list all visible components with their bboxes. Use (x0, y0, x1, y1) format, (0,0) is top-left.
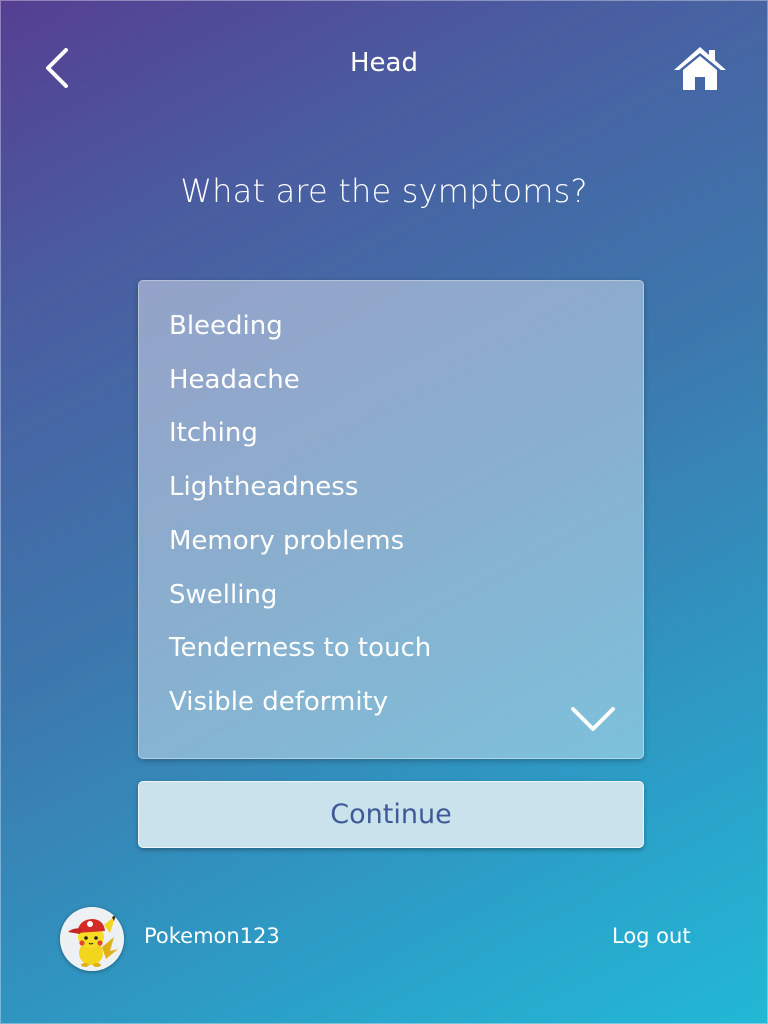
question-heading: What are the symptoms? (180, 172, 588, 210)
symptom-option[interactable]: Memory problems (169, 525, 404, 557)
symptom-option[interactable]: Itching (169, 417, 258, 449)
continue-button[interactable]: Continue (138, 781, 644, 848)
symptom-option[interactable]: Lightheadness (169, 471, 358, 503)
avatar[interactable] (60, 907, 124, 971)
symptom-option[interactable]: Bleeding (169, 310, 283, 342)
username-label: Pokemon123 (144, 924, 280, 948)
symptom-list[interactable]: Bleeding Headache Itching Lightheadness … (138, 280, 644, 759)
home-icon (674, 47, 726, 90)
pikachu-avatar-icon (60, 907, 124, 971)
page-title: Head (350, 48, 418, 78)
symptom-option[interactable]: Tenderness to touch (169, 632, 431, 664)
symptom-option[interactable]: Swelling (169, 579, 277, 611)
home-button[interactable] (672, 44, 728, 94)
logout-link[interactable]: Log out (612, 924, 691, 948)
chevron-down-icon[interactable] (569, 703, 617, 735)
symptom-option[interactable]: Visible deformity (169, 686, 388, 718)
symptom-option[interactable]: Headache (169, 364, 300, 396)
